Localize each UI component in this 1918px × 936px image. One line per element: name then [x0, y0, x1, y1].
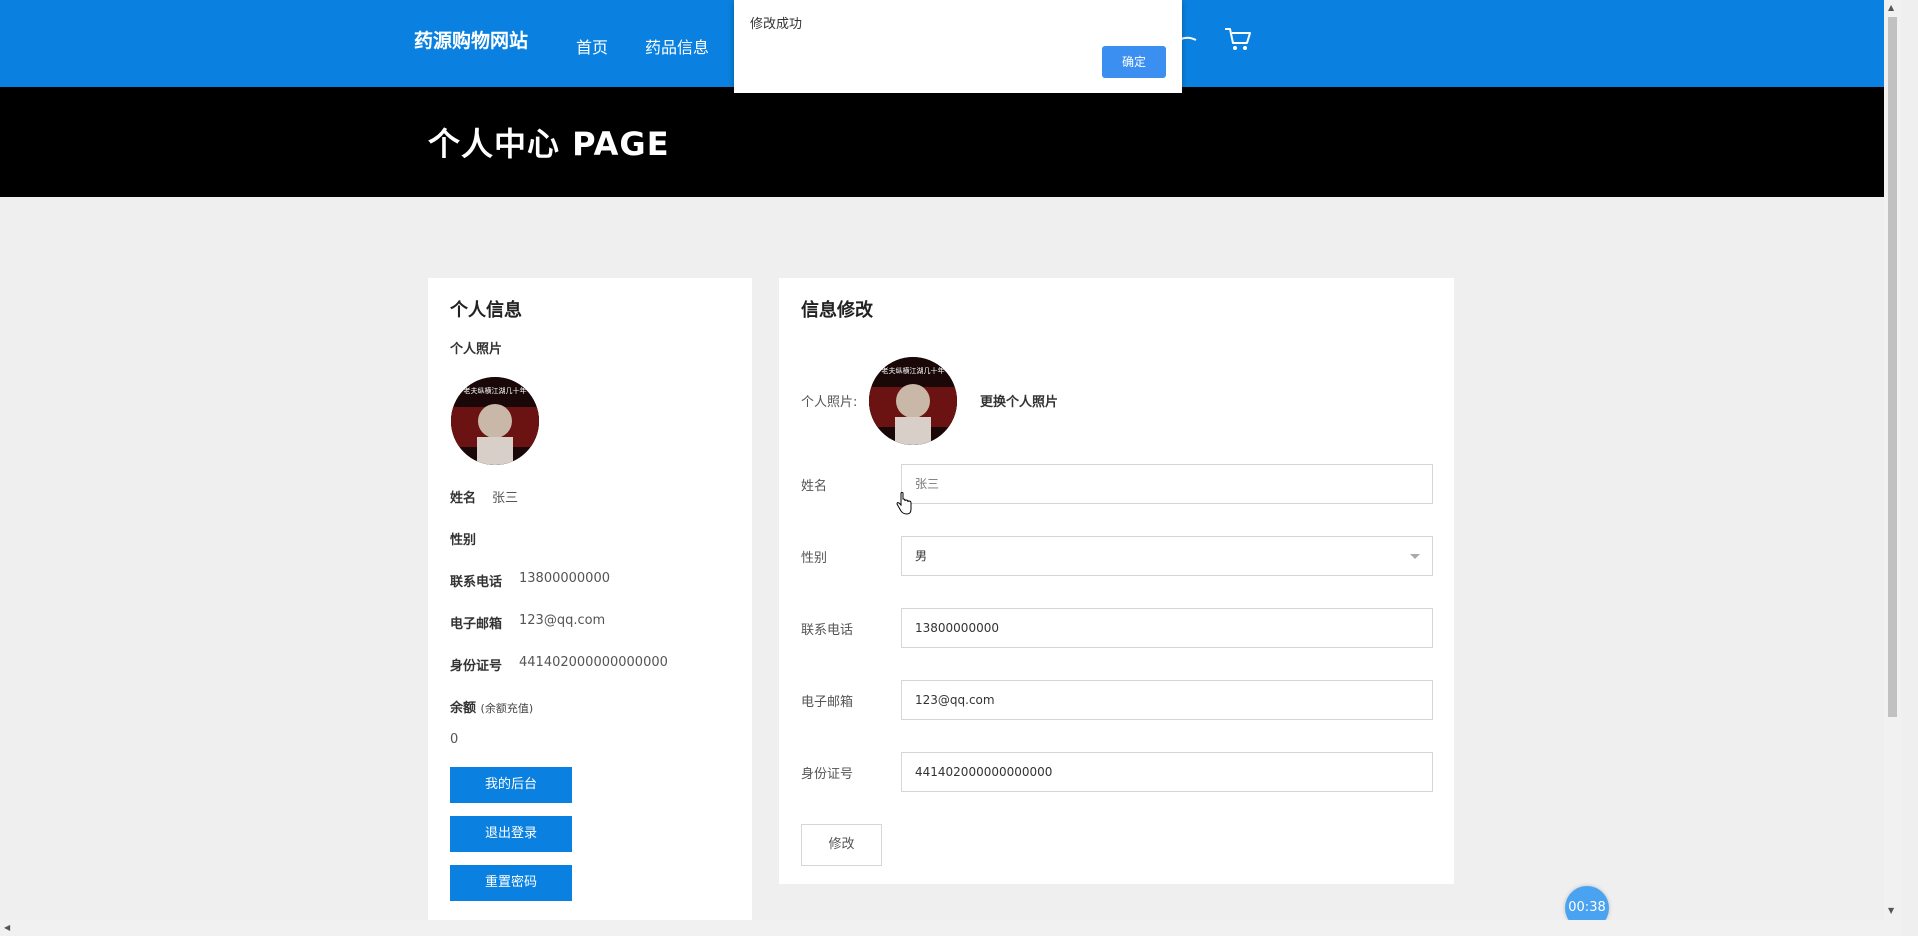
- balance-label-text: 余额: [450, 701, 477, 716]
- profile-gender-label: 性别: [450, 533, 477, 548]
- submit-edit-button[interactable]: 修改: [801, 824, 882, 866]
- edit-email-label: 电子邮箱: [801, 695, 854, 710]
- horizontal-scrollbar[interactable]: ◀: [0, 920, 1901, 936]
- profile-idcard-label: 身份证号: [450, 659, 503, 674]
- logout-button[interactable]: 退出登录: [450, 816, 572, 852]
- gender-select[interactable]: 男: [901, 536, 1433, 576]
- chevron-down-icon: [1410, 554, 1420, 559]
- page-title: 个人中心 PAGE: [428, 125, 670, 163]
- profile-phone-value: 13800000000: [519, 571, 610, 586]
- profile-name-label: 姓名: [450, 491, 477, 506]
- scroll-down-icon[interactable]: ▼: [1888, 906, 1894, 915]
- phone-input[interactable]: 13800000000: [901, 608, 1433, 648]
- dialog-ok-button[interactable]: 确定: [1102, 46, 1166, 78]
- profile-title: 个人信息: [450, 300, 522, 321]
- profile-name-value: 张三: [492, 491, 519, 506]
- email-input[interactable]: 123@qq.com: [901, 680, 1433, 720]
- edit-photo-label: 个人照片:: [801, 395, 858, 410]
- idcard-input[interactable]: 441402000000000000: [901, 752, 1433, 792]
- edit-title: 信息修改: [801, 300, 873, 321]
- reset-password-button[interactable]: 重置密码: [450, 865, 572, 901]
- alert-dialog: 修改成功 确定: [734, 0, 1182, 93]
- avatar-caption: 老夫纵横江湖几十年: [464, 386, 527, 395]
- scroll-left-icon[interactable]: ◀: [4, 923, 10, 932]
- gender-selected-value: 男: [915, 549, 928, 563]
- profile-email-label: 电子邮箱: [450, 617, 503, 632]
- edit-name-label: 姓名: [801, 479, 828, 494]
- scroll-up-icon[interactable]: ▲: [1888, 3, 1894, 12]
- page-banner: 个人中心 PAGE: [0, 87, 1884, 197]
- edit-avatar[interactable]: 老夫纵横江湖几十年: [869, 357, 957, 445]
- hand-cursor-icon: [895, 492, 913, 520]
- edit-phone-label: 联系电话: [801, 623, 854, 638]
- vertical-scrollbar[interactable]: ▲ ▼: [1884, 0, 1901, 920]
- photo-label: 个人照片: [450, 342, 503, 357]
- edit-gender-label: 性别: [801, 551, 828, 566]
- name-input[interactable]: 张三: [901, 464, 1433, 504]
- avatar: 老夫纵横江湖几十年: [451, 377, 539, 465]
- edit-avatar-caption: 老夫纵横江湖几十年: [882, 366, 945, 375]
- nav-home[interactable]: 首页: [576, 34, 608, 58]
- dialog-message: 修改成功: [750, 17, 803, 32]
- my-backend-button[interactable]: 我的后台: [450, 767, 572, 803]
- balance-label: 余额 (余额充值): [450, 697, 533, 716]
- profile-email-value: 123@qq.com: [519, 613, 606, 628]
- balance-value: 0: [450, 732, 459, 747]
- change-photo-link[interactable]: 更换个人照片: [980, 391, 1058, 410]
- edit-card: 信息修改 个人照片: 老夫纵横江湖几十年 更换个人照片 姓名 张三 性别 男 联…: [779, 278, 1454, 884]
- profile-phone-label: 联系电话: [450, 575, 503, 590]
- nav-drug-info[interactable]: 药品信息: [645, 34, 709, 58]
- profile-card: 个人信息 个人照片 老夫纵横江湖几十年 姓名 张三 性别 联系电话 138000…: [428, 278, 752, 920]
- vertical-scroll-thumb[interactable]: [1888, 17, 1897, 717]
- brand-logo[interactable]: 药源购物网站: [414, 26, 528, 53]
- balance-recharge-link[interactable]: (余额充值): [481, 702, 534, 715]
- edit-idcard-label: 身份证号: [801, 767, 854, 782]
- profile-idcard-value: 441402000000000000: [519, 655, 668, 670]
- cart-icon[interactable]: [1224, 26, 1252, 56]
